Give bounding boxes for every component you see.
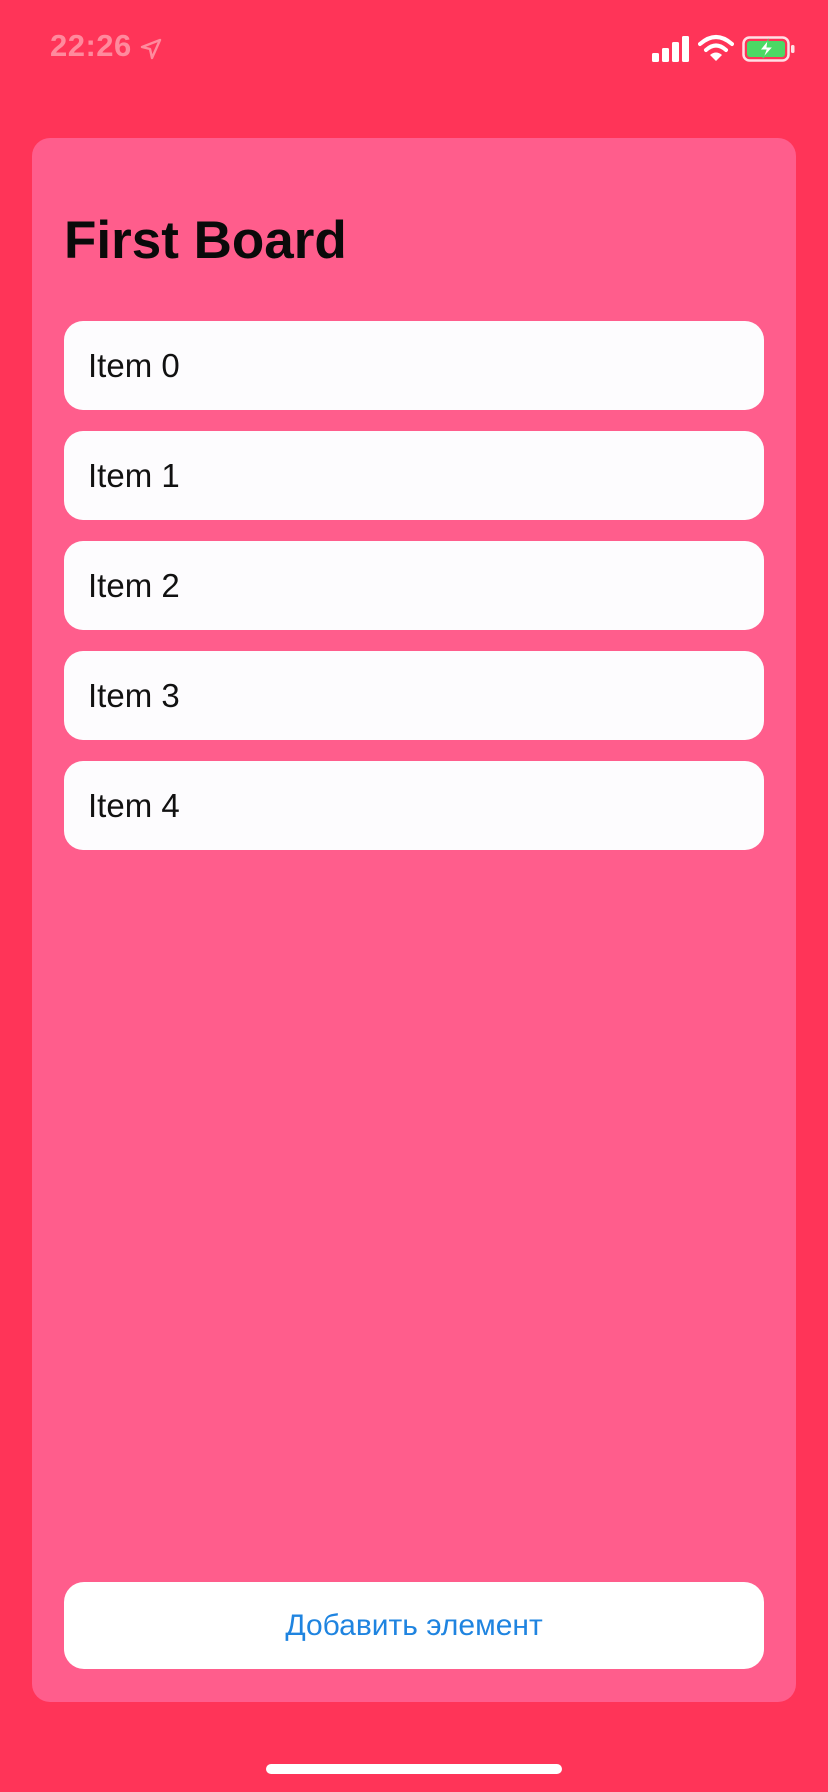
list-item-label: Item 4 (88, 786, 180, 824)
board-card: First Board Item 0 Item 1 Item 2 Item 3 … (32, 138, 796, 1702)
add-item-button-label: Добавить элемент (285, 1608, 543, 1642)
battery-charging-icon (742, 36, 795, 62)
cellular-signal-icon (652, 36, 689, 62)
list-item[interactable]: Item 2 (64, 541, 764, 630)
list-item-label: Item 3 (88, 676, 180, 714)
status-bar: 22:26 (0, 0, 828, 100)
list-item[interactable]: Item 3 (64, 651, 764, 740)
add-item-button[interactable]: Добавить элемент (64, 1582, 764, 1669)
list-item[interactable]: Item 4 (64, 761, 764, 850)
list-item-label: Item 0 (88, 346, 180, 384)
home-indicator[interactable] (266, 1764, 562, 1774)
items-list: Item 0 Item 1 Item 2 Item 3 Item 4 (64, 321, 764, 871)
board-title: First Board (64, 211, 347, 270)
list-item[interactable]: Item 1 (64, 431, 764, 520)
list-item-label: Item 2 (88, 566, 180, 604)
list-item-label: Item 1 (88, 456, 180, 494)
list-item[interactable]: Item 0 (64, 321, 764, 410)
location-arrow-icon (140, 38, 162, 60)
status-time: 22:26 (50, 28, 132, 63)
wifi-icon (698, 35, 734, 61)
